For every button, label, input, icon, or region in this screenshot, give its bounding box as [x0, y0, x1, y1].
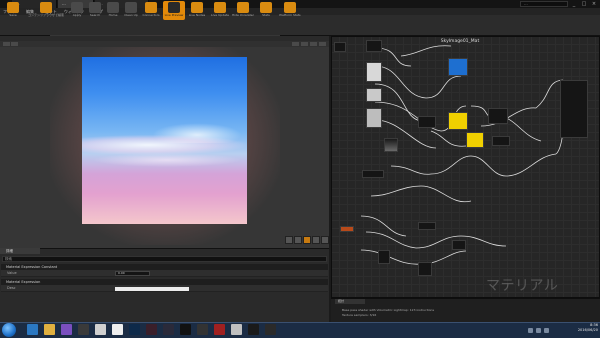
live-nodes-button[interactable]: Live Nodes — [186, 1, 208, 20]
stats-tab[interactable]: 統計 — [335, 299, 365, 304]
save-icon — [7, 2, 19, 13]
maximize-icon[interactable]: □ — [580, 1, 588, 7]
cloud — [82, 135, 247, 155]
stats-button[interactable]: Stats — [255, 1, 277, 20]
hide-unrelated-button[interactable]: Hide Unrelated — [232, 1, 254, 20]
explorer-icon[interactable] — [44, 324, 55, 335]
save-button[interactable]: Save — [2, 1, 24, 20]
details-tab[interactable]: 詳細 — [0, 248, 40, 254]
viewport-toolbar — [0, 41, 329, 47]
graph-watermark: マテリアル — [486, 278, 559, 294]
live-update-button[interactable]: Live Update — [209, 1, 231, 20]
viewport-option-button[interactable] — [310, 42, 317, 46]
log-line: Texture samplers: 3/16 — [342, 313, 377, 317]
material-preview[interactable] — [82, 57, 247, 224]
property-label: Value — [7, 271, 17, 275]
clock-date: 2016/06/20 — [577, 328, 598, 332]
cylinder-button[interactable] — [285, 236, 293, 244]
log-line: Base pass shader with Volumetric Lightma… — [342, 308, 435, 312]
search-input[interactable]: ... — [520, 1, 568, 7]
cleanup-icon — [125, 2, 137, 13]
stats-icon — [260, 2, 272, 13]
ie-icon[interactable] — [27, 324, 38, 335]
property-label: Desc — [7, 286, 16, 290]
details-search-input[interactable]: 検索 — [2, 256, 327, 262]
live-nodes-icon — [191, 2, 203, 13]
start-button[interactable] — [2, 323, 16, 337]
cloud — [92, 153, 242, 167]
app-icon[interactable] — [214, 324, 225, 335]
value-field[interactable]: 0.00 — [115, 271, 150, 276]
connectors-button[interactable]: Connectors — [140, 1, 162, 20]
desc-field[interactable] — [115, 287, 189, 291]
app-icon[interactable] — [231, 324, 242, 335]
viewport-menu-button[interactable] — [3, 42, 10, 46]
app-icon[interactable] — [146, 324, 157, 335]
cleanup-button[interactable]: Clean Up — [120, 1, 142, 20]
platform-stats-button[interactable]: Platform Stats — [278, 1, 302, 20]
preview-shape-buttons — [285, 236, 329, 244]
apply-icon — [71, 2, 83, 13]
hide-unrelated-icon — [237, 2, 249, 13]
live-preview-icon — [168, 2, 180, 13]
app-icon[interactable] — [78, 324, 89, 335]
viewport-option-button[interactable] — [292, 42, 299, 46]
property-row: Value — [1, 270, 328, 277]
volume-icon[interactable] — [528, 328, 533, 333]
connectors-icon — [145, 2, 157, 13]
photoshop-icon[interactable] — [129, 324, 140, 335]
live-preview-button[interactable]: Live Preview — [163, 1, 185, 20]
custom-mesh-button[interactable] — [321, 236, 329, 244]
app-icon[interactable] — [265, 324, 276, 335]
taskbar — [0, 322, 600, 338]
app-icon[interactable] — [180, 324, 191, 335]
plane-button[interactable] — [303, 236, 311, 244]
network-icon[interactable] — [536, 328, 541, 333]
app-icon[interactable] — [197, 324, 208, 335]
app-icon[interactable] — [95, 324, 106, 335]
graph-title: SkyImage01_Mat — [440, 39, 480, 44]
graph-border — [331, 36, 600, 298]
app-icon[interactable] — [163, 324, 174, 335]
viewport-option-button[interactable] — [301, 42, 308, 46]
unreal-icon[interactable] — [248, 324, 259, 335]
close-icon[interactable]: × — [590, 1, 598, 7]
live-update-icon — [214, 2, 226, 13]
notification-icon[interactable] — [544, 328, 549, 333]
browse-icon — [40, 2, 52, 13]
home-icon — [107, 2, 119, 13]
app-icon[interactable] — [112, 324, 123, 335]
platform-stats-icon — [284, 2, 296, 13]
cube-button[interactable] — [312, 236, 320, 244]
viewport-lit-button[interactable] — [11, 42, 18, 46]
sphere-button[interactable] — [294, 236, 302, 244]
viewport-option-button[interactable] — [319, 42, 326, 46]
visual-studio-icon[interactable] — [61, 324, 72, 335]
minimize-icon[interactable]: _ — [570, 1, 578, 7]
clock[interactable]: 8:36 2016/06/20 — [552, 323, 598, 337]
search-icon — [89, 2, 101, 13]
browse-button[interactable]: コンテンツブラウザで検索 — [28, 1, 64, 20]
